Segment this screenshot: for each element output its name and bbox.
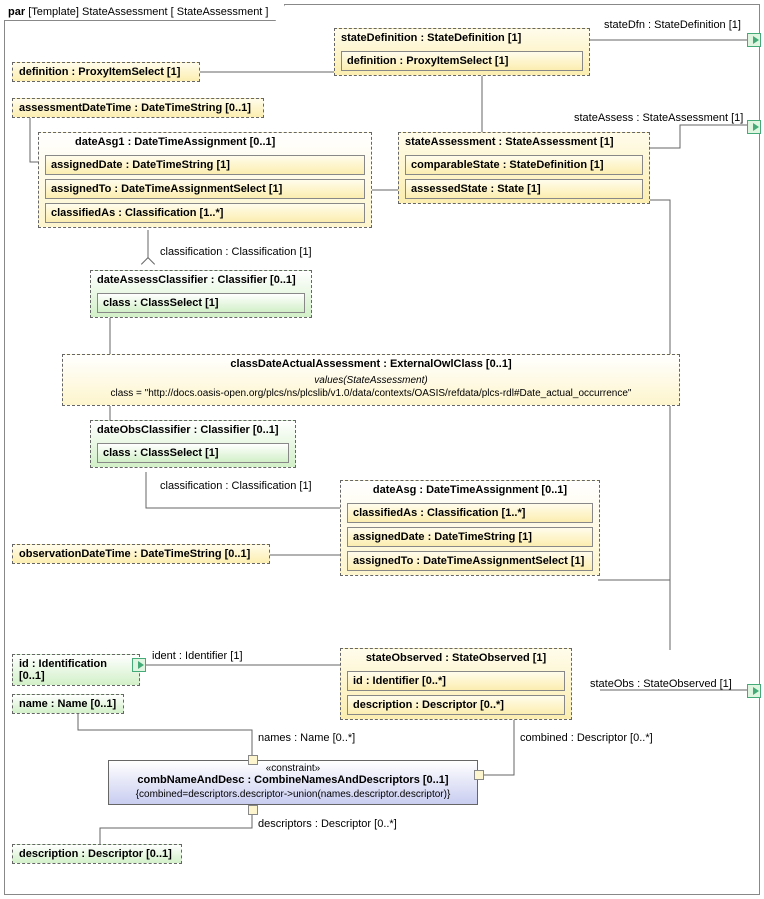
port-stateDfn (747, 33, 761, 47)
box-classDateActualAssessment: classDateActualAssessment : ExternalOwlC… (62, 354, 680, 406)
label-classification-1: classification : Classification [1] (160, 246, 312, 258)
header-observationDateTime: observationDateTime : DateTimeString [0.… (13, 545, 269, 563)
box-dateAsg: dateAsg : DateTimeAssignment [0..1] clas… (340, 480, 600, 576)
header-dateAssessClassifier: dateAssessClassifier : Classifier [0..1] (91, 271, 311, 289)
header-stateObserved: stateObserved : StateObserved [1] (341, 649, 571, 667)
header-dateAsg: dateAsg : DateTimeAssignment [0..1] (341, 481, 599, 499)
connector-port-icon (474, 770, 484, 780)
label-classification-2: classification : Classification [1] (160, 480, 312, 492)
box-observationDateTime: observationDateTime : DateTimeString [0.… (12, 544, 270, 564)
label-combined: combined : Descriptor [0..*] (520, 732, 653, 744)
item-dateAsg1-assignedDate: assignedDate : DateTimeString [1] (45, 155, 365, 175)
header-stateDefinition: stateDefinition : StateDefinition [1] (335, 29, 589, 47)
item-dateAsg-assignedDate: assignedDate : DateTimeString [1] (347, 527, 593, 547)
frame-kind: par (8, 6, 25, 18)
box-dateAsg1: dateAsg1 : DateTimeAssignment [0..1] ass… (38, 132, 372, 228)
item-dateAssessClassifier-class: class : ClassSelect [1] (97, 293, 305, 313)
port-label-stateDfn: stateDfn : StateDefinition [1] (604, 19, 741, 31)
item-stateObserved-id: id : Identifier [0..*] (347, 671, 565, 691)
label-ident: ident : Identifier [1] (152, 650, 243, 662)
header-assessmentDateTime: assessmentDateTime : DateTimeString [0..… (13, 99, 263, 117)
header-name: name : Name [0..1] (13, 695, 123, 713)
header-stateAssessment: stateAssessment : StateAssessment [1] (399, 133, 649, 151)
note-class-value: class = "http://docs.oasis-open.org/plcs… (69, 388, 673, 399)
frame-stereotype: [Template] (28, 6, 79, 18)
header-id: id : Identification [0..1] (13, 655, 139, 685)
item-stateAssessment-assessedState: assessedState : State [1] (405, 179, 643, 199)
item-stateDefinition-definition: definition : ProxyItemSelect [1] (341, 51, 583, 71)
label-descriptors: descriptors : Descriptor [0..*] (258, 818, 397, 830)
box-assessmentDateTime: assessmentDateTime : DateTimeString [0..… (12, 98, 264, 118)
frame-context: [ StateAssessment ] (171, 6, 269, 18)
port-id (132, 658, 146, 672)
header-definition: definition : ProxyItemSelect [1] (13, 63, 199, 81)
item-dateAsg-assignedTo: assignedTo : DateTimeAssignmentSelect [1… (347, 551, 593, 571)
box-dateObsClassifier: dateObsClassifier : Classifier [0..1] cl… (90, 420, 296, 468)
note-values: values(StateAssessment) (69, 375, 673, 386)
box-stateAssessment: stateAssessment : StateAssessment [1] co… (398, 132, 650, 204)
connector-port-icon (248, 755, 258, 765)
box-description: description : Descriptor [0..1] (12, 844, 182, 864)
header-classDateActualAssessment: classDateActualAssessment : ExternalOwlC… (63, 355, 679, 373)
box-name: name : Name [0..1] (12, 694, 124, 714)
header-description: description : Descriptor [0..1] (13, 845, 181, 863)
port-stateAssess (747, 120, 761, 134)
port-label-stateAssess: stateAssess : StateAssessment [1] (574, 112, 743, 124)
item-stateObserved-description: description : Descriptor [0..*] (347, 695, 565, 715)
box-combNameAndDesc: «constraint» combNameAndDesc : CombineNa… (108, 760, 478, 805)
box-definition: definition : ProxyItemSelect [1] (12, 62, 200, 82)
item-stateAssessment-comparableState: comparableState : StateDefinition [1] (405, 155, 643, 175)
header-dateObsClassifier: dateObsClassifier : Classifier [0..1] (91, 421, 295, 439)
header-dateAsg1: dateAsg1 : DateTimeAssignment [0..1] (69, 133, 371, 151)
expr-combNameAndDesc: {combined=descriptors.descriptor->union(… (109, 789, 477, 804)
header-combNameAndDesc: combNameAndDesc : CombineNamesAndDescrip… (109, 774, 477, 789)
box-dateAssessClassifier: dateAssessClassifier : Classifier [0..1]… (90, 270, 312, 318)
stereo-constraint: «constraint» (109, 761, 477, 774)
port-label-stateObs: stateObs : StateObserved [1] (590, 678, 732, 690)
item-dateAsg-classifiedAs: classifiedAs : Classification [1..*] (347, 503, 593, 523)
box-stateObserved: stateObserved : StateObserved [1] id : I… (340, 648, 572, 720)
item-dateObsClassifier-class: class : ClassSelect [1] (97, 443, 289, 463)
connector-port-icon (248, 805, 258, 815)
frame-name: StateAssessment (82, 6, 168, 18)
item-dateAsg1-classifiedAs: classifiedAs : Classification [1..*] (45, 203, 365, 223)
box-id: id : Identification [0..1] (12, 654, 140, 686)
frame-heading: par [Template] StateAssessment [ StateAs… (4, 4, 285, 21)
port-stateObs (747, 684, 761, 698)
label-names: names : Name [0..*] (258, 732, 355, 744)
item-dateAsg1-assignedTo: assignedTo : DateTimeAssignmentSelect [1… (45, 179, 365, 199)
box-stateDefinition: stateDefinition : StateDefinition [1] de… (334, 28, 590, 76)
